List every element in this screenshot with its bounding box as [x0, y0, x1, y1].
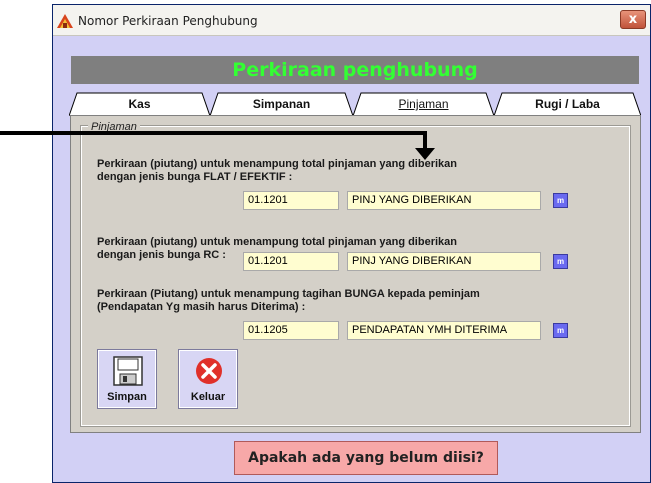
- save-button[interactable]: Simpan: [97, 349, 157, 409]
- flat-lookup-button[interactable]: m: [553, 193, 568, 208]
- bunga-code-field[interactable]: 01.1205: [243, 321, 339, 340]
- tab-kas[interactable]: Kas: [69, 92, 210, 116]
- description-line: dengan jenis bunga FLAT / EFEKTIF :: [97, 171, 293, 183]
- close-button[interactable]: x: [620, 10, 646, 29]
- tab-bar: Kas Simpanan Pinjaman Rugi / Laba: [69, 92, 641, 116]
- rc-name-field[interactable]: PINJ YANG DIBERIKAN: [347, 252, 541, 271]
- section-bunga-description: Perkiraan (Piutang) untuk menampung tagi…: [97, 288, 480, 314]
- exit-button-label: Keluar: [190, 391, 226, 403]
- tab-label: Simpanan: [252, 97, 311, 111]
- app-icon: [57, 14, 73, 28]
- flat-name-field[interactable]: PINJ YANG DIBERIKAN: [347, 191, 541, 210]
- tab-panel-pinjaman: Pinjaman Perkiraan (piutang) untuk menam…: [70, 115, 641, 433]
- title-bar: Nomor Perkiraan Penghubung x: [53, 5, 650, 36]
- tab-pinjaman[interactable]: Pinjaman: [353, 92, 494, 116]
- window-title: Nomor Perkiraan Penghubung: [78, 14, 258, 28]
- tab-label: Pinjaman: [398, 97, 449, 111]
- bunga-lookup-button[interactable]: m: [553, 323, 568, 338]
- tab-label: Kas: [128, 97, 151, 111]
- save-button-label: Simpan: [107, 391, 147, 403]
- validation-check-button[interactable]: Apakah ada yang belum diisi?: [234, 441, 498, 475]
- tab-rugi-laba[interactable]: Rugi / Laba: [494, 92, 641, 116]
- close-circle-icon: [196, 358, 222, 384]
- floppy-disk-icon: [113, 356, 143, 386]
- description-line: Perkiraan (piutang) untuk menampung tota…: [97, 236, 457, 248]
- tab-simpanan[interactable]: Simpanan: [210, 92, 353, 116]
- page-title: Perkiraan penghubung: [71, 56, 639, 84]
- rc-code-field[interactable]: 01.1201: [243, 252, 339, 271]
- exit-button[interactable]: Keluar: [178, 349, 238, 409]
- description-line: (Pendapatan Yg masih harus Diterima) :: [97, 301, 306, 313]
- bunga-name-field[interactable]: PENDAPATAN YMH DITERIMA: [347, 321, 541, 340]
- group-label: Pinjaman: [88, 121, 140, 133]
- flat-code-field[interactable]: 01.1201: [243, 191, 339, 210]
- description-line: Perkiraan (Piutang) untuk menampung tagi…: [97, 288, 480, 300]
- description-line: Perkiraan (piutang) untuk menampung tota…: [97, 158, 457, 170]
- section-flat-description: Perkiraan (piutang) untuk menampung tota…: [97, 158, 457, 184]
- rc-lookup-button[interactable]: m: [553, 254, 568, 269]
- main-window: Nomor Perkiraan Penghubung x Perkiraan p…: [52, 4, 651, 483]
- tab-label: Rugi / Laba: [535, 97, 600, 111]
